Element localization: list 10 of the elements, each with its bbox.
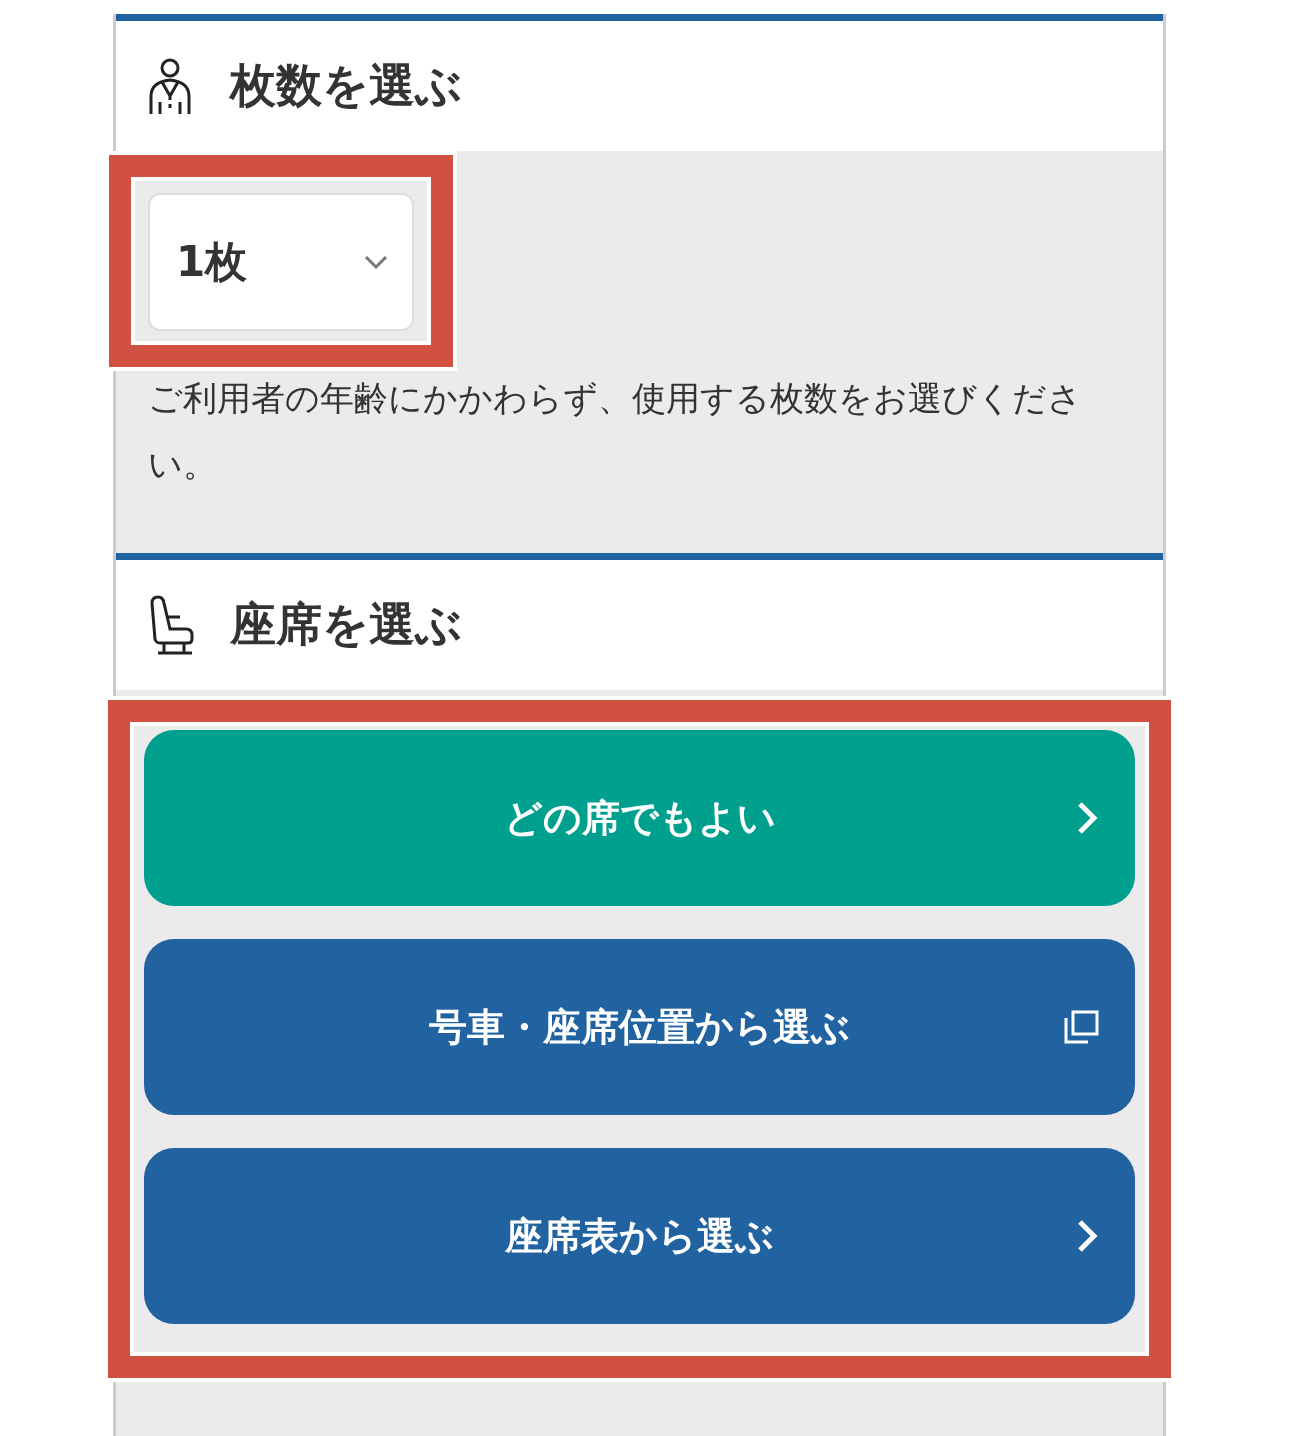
new-window-icon (1063, 1010, 1099, 1044)
chevron-right-icon (1077, 801, 1099, 835)
chevron-right-icon (1077, 1219, 1099, 1253)
section-heading: 枚数を選ぶ (230, 57, 462, 114)
quantity-select[interactable]: 1枚 (148, 193, 414, 331)
seat-option-button[interactable]: 座席表から選ぶ (144, 1148, 1135, 1324)
seat-option-button[interactable]: 号車・座席位置から選ぶ (144, 939, 1135, 1115)
description-text: ご利用者の年齢にかかわらず、使用する枚数をお選びください。 (148, 377, 1083, 486)
section-heading: 座席を選ぶ (230, 596, 462, 653)
seat-option-button[interactable]: どの席でもよい (144, 730, 1135, 906)
